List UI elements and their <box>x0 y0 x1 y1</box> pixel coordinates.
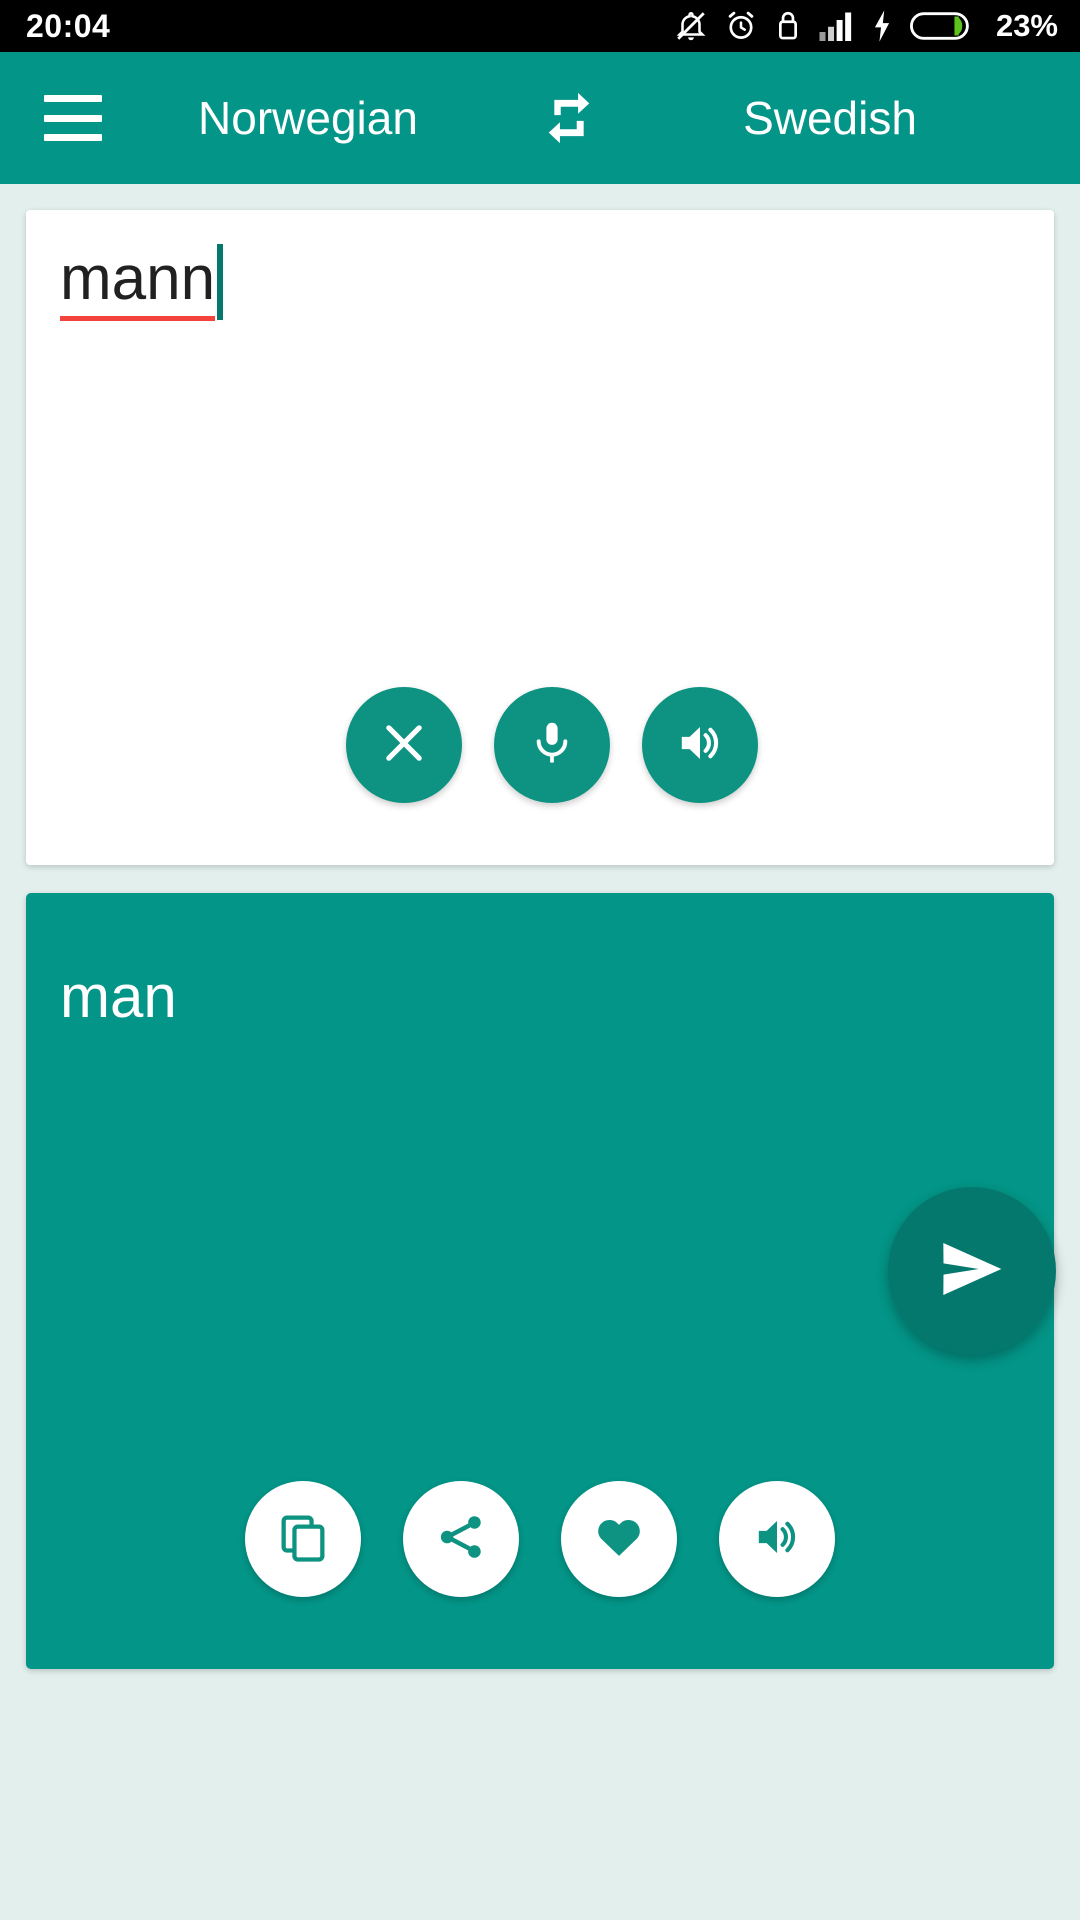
app-bar: Norwegian Swedish <box>0 52 1080 184</box>
text-cursor <box>217 244 224 320</box>
microphone-icon <box>527 718 577 773</box>
favorite-button[interactable] <box>561 1481 677 1597</box>
copy-icon <box>276 1510 330 1569</box>
speaker-icon <box>674 717 726 774</box>
source-text-card[interactable]: mann <box>26 210 1054 865</box>
listen-source-button[interactable] <box>642 687 758 803</box>
copy-button[interactable] <box>245 1481 361 1597</box>
status-clock: 20:04 <box>26 7 111 44</box>
alarm-clock-icon <box>724 9 758 43</box>
main-content: mann man <box>0 184 1080 1669</box>
share-icon <box>435 1511 487 1568</box>
clear-button[interactable] <box>346 687 462 803</box>
result-actions-group <box>26 1481 1054 1597</box>
status-icons-group: 23% <box>674 8 1058 44</box>
status-bar: 20:04 23% <box>0 0 1080 52</box>
battery-percent-label: 23% <box>995 8 1058 43</box>
source-text-input[interactable]: mann <box>60 248 216 321</box>
heart-icon <box>592 1510 646 1569</box>
send-button[interactable] <box>888 1187 1056 1355</box>
share-button[interactable] <box>403 1481 519 1597</box>
target-language-selector[interactable]: Swedish <box>614 91 1046 145</box>
translation-text: man <box>60 963 177 1030</box>
voice-input-button[interactable] <box>494 687 610 803</box>
signal-bars-icon <box>818 11 854 41</box>
listen-result-button[interactable] <box>719 1481 835 1597</box>
source-language-selector[interactable]: Norwegian <box>92 91 524 145</box>
notifications-off-icon <box>674 9 708 43</box>
source-actions-group <box>26 687 1054 803</box>
battery-icon <box>909 10 976 42</box>
source-input-row[interactable]: mann <box>60 244 1020 344</box>
send-icon <box>932 1229 1012 1314</box>
swap-languages-icon[interactable] <box>524 86 614 150</box>
close-icon <box>378 717 430 774</box>
speaker-icon <box>751 1511 803 1568</box>
charging-bolt-icon <box>870 9 894 43</box>
screen-lock-icon <box>774 9 802 43</box>
